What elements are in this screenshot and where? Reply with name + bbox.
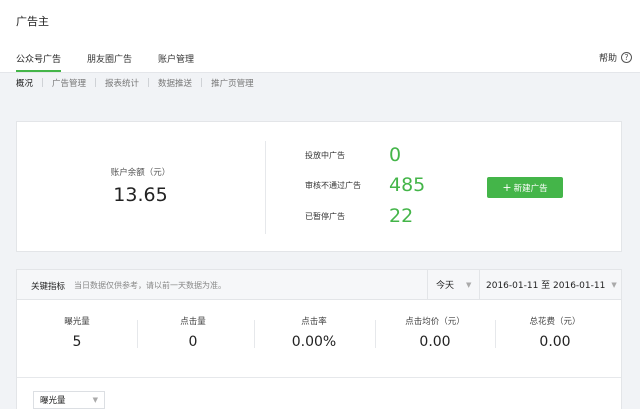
metrics-divider	[17, 377, 621, 378]
stat-rejected-ads: 审核不通过广告 485	[305, 174, 425, 196]
subnav-overview[interactable]: 概况	[16, 77, 33, 89]
metric-impressions: 曝光量 5	[17, 315, 137, 350]
metric-total-spend: 总花费（元） 0.00	[495, 315, 615, 350]
chevron-down-icon: ▼	[611, 280, 617, 289]
metrics-note: 当日数据仅供参考，请以前一天数据为准。	[74, 281, 226, 290]
metric-avg-cpc: 点击均价（元） 0.00	[375, 315, 495, 350]
metric-label: 曝光量	[64, 317, 90, 327]
metric-value: 5	[72, 334, 82, 350]
metrics-header: 关键指标 当日数据仅供参考，请以前一天数据为准。 今天 ▼ 2016-01-11…	[17, 270, 621, 300]
metric-value: 0.00%	[291, 334, 337, 350]
top-bar: 广告主 公众号广告 朋友圈广告 账户管理 帮助 ?	[0, 0, 640, 72]
date-range-picker[interactable]: 2016-01-11 至 2016-01-11 ▼	[479, 270, 621, 299]
series-select-value: 曝光量	[40, 396, 66, 406]
chevron-down-icon: ▼	[92, 396, 98, 404]
stat-value[interactable]: 485	[389, 174, 425, 196]
new-ad-button[interactable]: + 新建广告	[487, 177, 563, 198]
metric-label: 总花费（元）	[529, 317, 581, 327]
subnav-landing-pages[interactable]: 推广页管理	[211, 77, 254, 89]
sub-navigation: 概况 广告管理 报表统计 数据推送 推广页管理	[0, 72, 640, 92]
new-ad-button-label: 新建广告	[513, 183, 548, 194]
metric-label: 点击率	[301, 317, 327, 327]
metric-clicks: 点击量 0	[133, 315, 253, 350]
subnav-divider	[201, 78, 203, 87]
tab-account-management[interactable]: 账户管理	[158, 52, 194, 70]
help-label: 帮助	[598, 54, 617, 64]
plus-icon: +	[502, 181, 512, 194]
tab-official-account-ads[interactable]: 公众号广告	[16, 52, 62, 72]
stat-label: 已暂停广告	[305, 211, 345, 221]
metrics-title: 关键指标	[31, 282, 66, 292]
account-overview-card: 账户余额（元） 13.65 投放中广告 0 审核不通过广告 485 已暂停广告 …	[16, 121, 622, 252]
metric-ctr: 点击率 0.00%	[254, 315, 374, 350]
main-tabs: 公众号广告 朋友圈广告 账户管理	[16, 52, 220, 72]
period-dropdown[interactable]: 今天 ▼	[427, 270, 479, 299]
subnav-reports[interactable]: 报表统计	[105, 77, 139, 89]
chart-series-dropdown[interactable]: 曝光量 ▼	[33, 391, 105, 409]
chevron-down-icon: ▼	[466, 280, 472, 289]
metric-value: 0	[188, 334, 198, 350]
subnav-data-push[interactable]: 数据推送	[158, 77, 192, 89]
metric-label: 点击均价（元）	[405, 317, 465, 327]
subnav-divider	[148, 78, 150, 87]
stat-active-ads: 投放中广告 0	[305, 144, 401, 166]
metric-value: 0.00	[419, 334, 451, 350]
stat-value[interactable]: 22	[389, 205, 413, 227]
help-link[interactable]: 帮助 ?	[599, 51, 632, 64]
subnav-ad-management[interactable]: 广告管理	[52, 77, 86, 89]
period-value: 今天	[436, 281, 455, 291]
stat-label: 审核不通过广告	[305, 180, 361, 190]
date-range-value: 2016-01-11 至 2016-01-11	[486, 281, 606, 291]
question-mark-icon: ?	[621, 52, 632, 63]
key-metrics-card: 关键指标 当日数据仅供参考，请以前一天数据为准。 今天 ▼ 2016-01-11…	[16, 269, 622, 409]
app-title: 广告主	[16, 15, 49, 28]
overview-divider	[265, 141, 266, 234]
metric-value: 0.00	[539, 334, 571, 350]
stat-label: 投放中广告	[305, 150, 345, 160]
tab-moments-ads[interactable]: 朋友圈广告	[87, 52, 132, 70]
stat-paused-ads: 已暂停广告 22	[305, 205, 413, 227]
balance-label: 账户余额（元）	[110, 168, 171, 178]
subnav-divider	[95, 78, 97, 87]
metric-label: 点击量	[180, 317, 206, 327]
balance-value: 13.65	[113, 184, 168, 206]
stat-value[interactable]: 0	[389, 144, 401, 166]
subnav-divider	[42, 78, 44, 87]
